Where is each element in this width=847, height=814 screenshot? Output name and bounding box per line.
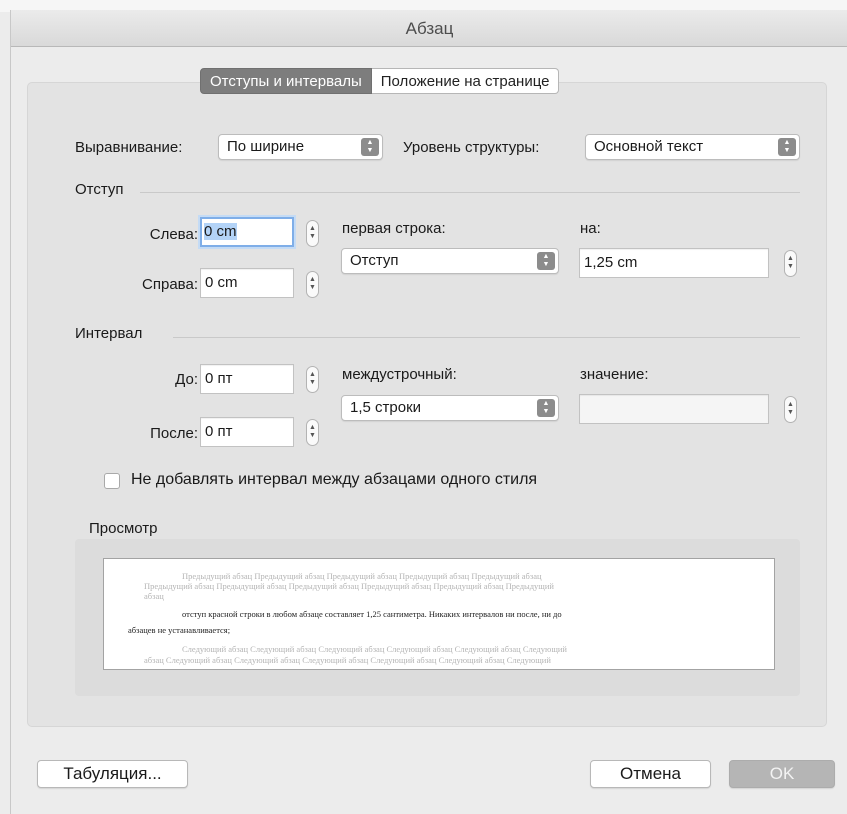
- updown-chevron-icon: ▲ ▼: [537, 399, 555, 417]
- line-spacing-label: междустрочный:: [342, 366, 457, 383]
- line-spacing-at-input[interactable]: [579, 394, 769, 424]
- updown-chevron-icon: ▲ ▼: [537, 252, 555, 270]
- outline-level-select[interactable]: Основной текст ▲ ▼: [585, 134, 800, 160]
- indent-left-label: Слева:: [149, 226, 198, 243]
- line-spacing-select-value: 1,5 строки: [350, 399, 422, 416]
- tab-indents-spacing[interactable]: Отступы и интервалы: [200, 68, 372, 94]
- dont-add-space-label: Не добавлять интервал между абзацами одн…: [131, 471, 538, 488]
- indent-left-value: 0 cm: [204, 223, 237, 240]
- ok-button[interactable]: OK: [729, 760, 835, 788]
- indent-separator: [140, 192, 800, 193]
- alignment-select-value: По ширине: [227, 138, 305, 155]
- first-line-label: первая строка:: [342, 220, 446, 237]
- indent-by-label: на:: [580, 220, 601, 237]
- outline-level-select-value: Основной текст: [594, 138, 704, 155]
- spacing-after-input[interactable]: 0 пт: [200, 417, 294, 447]
- spacing-after-stepper[interactable]: ▲ ▼: [306, 419, 319, 446]
- alignment-label: Выравнивание:: [75, 139, 183, 156]
- preview-main-line: отступ красной строки в любом абзаце сос…: [182, 609, 562, 619]
- spacing-before-value: 0 пт: [205, 370, 233, 387]
- indent-by-value: 1,25 cm: [584, 254, 638, 271]
- indent-section-label: Отступ: [75, 181, 124, 198]
- tab-bar: Отступы и интервалы Положение на страниц…: [200, 68, 560, 94]
- updown-chevron-icon: ▲ ▼: [361, 138, 379, 156]
- indent-right-value: 0 cm: [205, 274, 238, 291]
- spacing-before-label: До:: [175, 371, 198, 388]
- dont-add-space-checkbox[interactable]: [104, 473, 120, 489]
- first-line-select[interactable]: Отступ ▲ ▼: [341, 248, 559, 274]
- preview-prev-line: Предыдущий абзац Предыдущий абзац Предыд…: [144, 581, 554, 591]
- spacing-after-label: После:: [150, 425, 198, 442]
- indent-left-input[interactable]: 0 cm: [200, 217, 294, 247]
- preview-label: Просмотр: [89, 520, 158, 537]
- dialog-title: Абзац: [11, 10, 847, 47]
- preview-next-line: Следующий абзац Следующий абзац Следующи…: [182, 644, 567, 654]
- updown-chevron-icon: ▲ ▼: [778, 138, 796, 156]
- spacing-section-label: Интервал: [75, 325, 143, 342]
- cancel-button[interactable]: Отмена: [590, 760, 711, 788]
- indent-by-stepper[interactable]: ▲ ▼: [784, 250, 797, 277]
- tabs-button[interactable]: Табуляция...: [37, 760, 188, 788]
- preview-page: Предыдущий абзац Предыдущий абзац Предыд…: [103, 558, 775, 670]
- line-spacing-at-stepper[interactable]: ▲ ▼: [784, 396, 797, 423]
- indent-right-label: Справа:: [142, 276, 198, 293]
- line-spacing-at-label: значение:: [580, 366, 649, 383]
- alignment-select[interactable]: По ширине ▲ ▼: [218, 134, 383, 160]
- outline-level-label: Уровень структуры:: [403, 139, 540, 156]
- indent-right-input[interactable]: 0 cm: [200, 268, 294, 298]
- spacing-after-value: 0 пт: [205, 423, 233, 440]
- spacing-before-stepper[interactable]: ▲ ▼: [306, 366, 319, 393]
- indent-right-stepper[interactable]: ▲ ▼: [306, 271, 319, 298]
- preview-next-line: абзац Следующий абзац Следующий абзац Сл…: [144, 655, 551, 665]
- first-line-select-value: Отступ: [350, 252, 399, 269]
- indent-left-stepper[interactable]: ▲ ▼: [306, 220, 319, 247]
- preview-prev-line: абзац: [144, 591, 164, 601]
- preview-main-line: абзацев не устанавливается;: [128, 625, 231, 635]
- spacing-before-input[interactable]: 0 пт: [200, 364, 294, 394]
- tab-line-page-breaks[interactable]: Положение на странице: [371, 68, 560, 94]
- spacing-separator: [173, 337, 800, 338]
- line-spacing-select[interactable]: 1,5 строки ▲ ▼: [341, 395, 559, 421]
- indent-by-input[interactable]: 1,25 cm: [579, 248, 769, 278]
